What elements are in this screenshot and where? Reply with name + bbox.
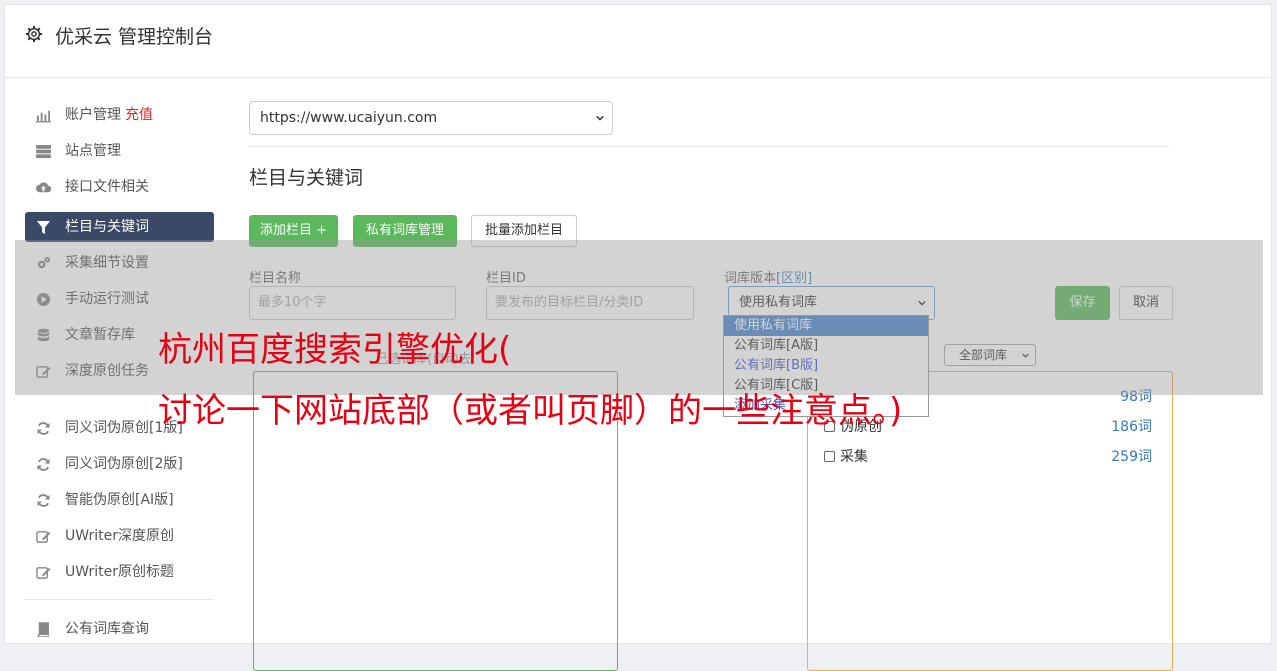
refresh-icon [37, 458, 50, 471]
sidebar-item-label: UWriter深度原创 [65, 528, 174, 544]
library-count: 259词 [1111, 449, 1152, 465]
divider [249, 146, 1169, 147]
sidebar-item-label: 栏目与关键词 [65, 219, 149, 235]
sidebar-item-interface[interactable]: 接口文件相关 [25, 172, 214, 202]
sidebar-item-label: 公有词库查询 [65, 621, 149, 637]
sidebar-item-uwriter-title[interactable]: UWriter原创标题 [25, 557, 214, 587]
sidebar-item-account[interactable]: 账户管理 充值 [25, 100, 214, 130]
server-icon [36, 144, 51, 159]
overlay-headline-line2: 讨论一下网站底部（或者叫页脚）的一些注意点。) [158, 391, 903, 431]
library-name: 采集 [840, 449, 868, 465]
sidebar-item-label: 账户管理 [65, 107, 121, 123]
edit-icon [36, 531, 51, 543]
sidebar-item-public-lib-query[interactable]: 公有词库查询 [25, 614, 214, 644]
site-select-value: https://www.ucaiyun.com [260, 110, 438, 126]
refresh-icon [37, 422, 50, 435]
filter-icon [36, 220, 51, 235]
sidebar-item-label: 智能伪原创[AI版] [65, 492, 174, 508]
gray-overlay-band [15, 240, 1263, 395]
gear-icon [25, 25, 43, 43]
page-title: 优采云 管理控制台 [55, 26, 214, 48]
page-header: 优采云 管理控制台 [5, 5, 1271, 78]
sidebar-item-columns[interactable]: 栏目与关键词 [25, 212, 214, 242]
book-icon [37, 622, 49, 637]
sidebar-item-ai-rewrite[interactable]: 智能伪原创[AI版] [25, 485, 214, 515]
checkbox[interactable] [824, 451, 835, 462]
site-select[interactable]: https://www.ucaiyun.com [249, 101, 613, 135]
chevron-down-icon [596, 115, 604, 121]
sidebar-item-label: 同义词伪原创[2版] [65, 456, 183, 472]
cloud-upload-icon [36, 182, 51, 193]
recharge-link[interactable]: 充值 [125, 107, 153, 123]
sidebar-item-label: UWriter原创标题 [65, 564, 174, 580]
sidebar-item-sites[interactable]: 站点管理 [25, 136, 214, 166]
overlay-headline-line1: 杭州百度搜索引擎优化( [158, 330, 512, 370]
section-title: 栏目与关键词 [249, 167, 364, 189]
refresh-icon [37, 494, 50, 507]
edit-icon [36, 567, 51, 579]
bar-chart-icon [36, 110, 51, 123]
sidebar-divider [25, 599, 214, 600]
list-item[interactable]: 采集 259词 [822, 447, 1152, 467]
sidebar-item-synonym-v2[interactable]: 同义词伪原创[2版] [25, 449, 214, 479]
sidebar-item-label: 站点管理 [65, 143, 121, 159]
sidebar-item-label: 接口文件相关 [65, 179, 149, 195]
sidebar-item-uwriter-deep[interactable]: UWriter深度原创 [25, 521, 214, 551]
library-count: 186词 [1111, 419, 1152, 435]
